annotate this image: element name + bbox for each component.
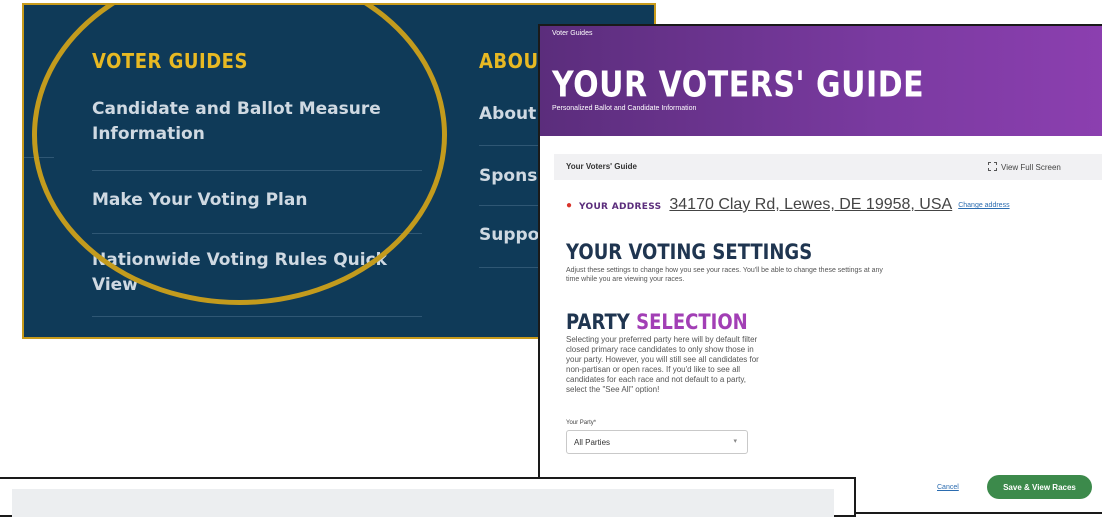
change-address-link[interactable]: Change address (958, 202, 1009, 209)
guide-toolbar: Your Voters' Guide View Full Screen (554, 154, 1102, 180)
divider (92, 316, 422, 317)
party-heading-word: PARTY (566, 310, 630, 336)
fullscreen-icon (988, 162, 997, 171)
divider (92, 170, 422, 171)
party-select[interactable]: All Parties ▾ (566, 430, 748, 454)
voter-guides-heading: VOTER GUIDES (92, 49, 248, 74)
divider (92, 233, 422, 234)
voter-guide-window: Voter Guides YOUR VOTERS' GUIDE Personal… (538, 24, 1102, 514)
toolbar-title: Your Voters' Guide (566, 162, 637, 171)
bottom-toolbar (12, 489, 834, 517)
cancel-link[interactable]: Cancel (937, 484, 959, 491)
party-heading-accent: SELECTION (636, 310, 748, 336)
guide-hero: Voter Guides YOUR VOTERS' GUIDE Personal… (540, 26, 1102, 136)
full-screen-label: View Full Screen (1001, 163, 1061, 172)
settings-heading: YOUR VOTING SETTINGS (566, 240, 813, 266)
divider (24, 157, 54, 158)
party-description: Selecting your preferred party here will… (566, 335, 759, 394)
bottom-window (0, 477, 856, 517)
save-view-races-button[interactable]: Save & View Races (987, 475, 1092, 499)
party-heading: PARTY SELECTION (566, 310, 748, 335)
address-value: 34170 Clay Rd, Lewes, DE 19958, USA (669, 196, 953, 213)
breadcrumb[interactable]: Voter Guides (552, 30, 592, 37)
party-select-value: All Parties (574, 438, 611, 447)
page-subtitle: Personalized Ballot and Candidate Inform… (552, 105, 697, 112)
chevron-down-icon: ▾ (733, 438, 737, 445)
location-pin-icon: ● (566, 200, 573, 211)
page-title: YOUR VOTERS' GUIDE (552, 64, 925, 106)
address-label: YOUR ADDRESS (579, 202, 662, 212)
voting-rules-link[interactable]: Nationwide Voting Rules Quick View (92, 248, 412, 298)
full-screen-button[interactable]: View Full Screen (988, 162, 1061, 172)
party-select-label: Your Party* (566, 420, 597, 426)
candidate-info-link[interactable]: Candidate and Ballot Measure Information (92, 97, 412, 147)
address-row: ● YOUR ADDRESS 34170 Clay Rd, Lewes, DE 19… (566, 196, 1010, 214)
voting-plan-link[interactable]: Make Your Voting Plan (92, 188, 412, 213)
settings-description: Adjust these settings to change how you … (566, 267, 883, 283)
